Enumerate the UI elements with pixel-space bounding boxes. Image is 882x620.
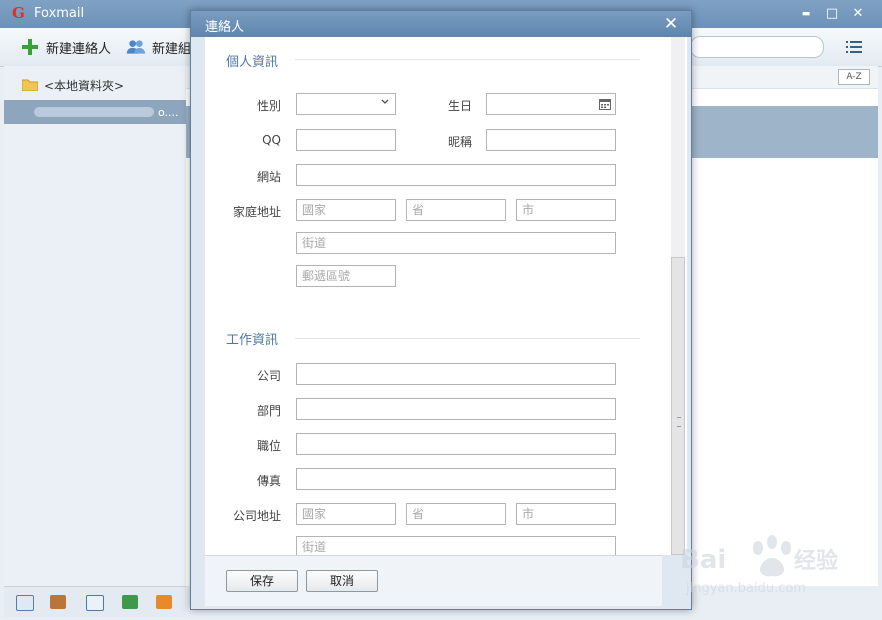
new-group-label: 新建組	[152, 41, 192, 57]
work-province-input[interactable]: 省	[406, 503, 506, 525]
work-section-title: 工作資訊	[226, 333, 279, 348]
plus-icon	[20, 37, 40, 57]
notes-module-icon[interactable]	[122, 595, 138, 609]
contact-dialog: 連絡人 ✕ 個人資訊 性別 生日 QQ 昵稱 網站 家庭地址 國家 省 市 街道…	[190, 10, 692, 610]
personal-section-title: 個人資訊	[226, 55, 279, 70]
contact-suffix: o....	[158, 105, 179, 119]
rss-module-icon[interactable]	[156, 595, 172, 609]
work-city-input[interactable]: 市	[516, 503, 616, 525]
group-users-icon	[126, 37, 146, 57]
sidebar-item-contact[interactable]: o....	[4, 100, 186, 124]
sidebar-item-local-folder[interactable]: <本地資料夾>	[4, 74, 186, 96]
chevron-down-icon	[381, 99, 389, 104]
work-country-input[interactable]: 國家	[296, 503, 396, 525]
blurred-contact-name	[34, 107, 154, 117]
position-input[interactable]	[296, 433, 616, 455]
website-input[interactable]	[296, 164, 616, 186]
nickname-label: 昵稱	[447, 135, 472, 149]
nickname-input[interactable]	[486, 129, 616, 151]
birthday-label: 生日	[447, 99, 472, 113]
work-street-input[interactable]: 街道	[296, 536, 616, 555]
scroll-grip-icon	[677, 417, 681, 427]
new-contact-button[interactable]: 新建連絡人	[20, 36, 111, 58]
section-divider	[295, 338, 640, 339]
svg-text:经验: 经验	[794, 548, 838, 574]
scroll-thumb[interactable]	[671, 257, 685, 555]
app-title: Foxmail	[34, 6, 85, 21]
contacts-module-icon[interactable]	[50, 595, 66, 609]
cancel-button[interactable]: 取消	[306, 570, 378, 592]
new-contact-label: 新建連絡人	[46, 41, 112, 57]
sidebar: <本地資料夾> o....	[4, 66, 187, 586]
maximize-button[interactable]: □	[822, 6, 842, 22]
menu-list-icon[interactable]	[846, 40, 862, 54]
fax-label: 傳真	[256, 474, 281, 488]
folder-label: <本地資料夾>	[44, 78, 125, 93]
minimize-button[interactable]: ▬	[796, 6, 816, 22]
home-address-label: 家庭地址	[232, 205, 281, 219]
qq-label: QQ	[262, 133, 281, 147]
svg-text:Bai: Bai	[680, 545, 726, 575]
home-postal-input[interactable]: 郵遞區號	[296, 265, 396, 287]
calendar-icon[interactable]	[599, 98, 611, 110]
new-group-button[interactable]: 新建組	[126, 36, 191, 58]
website-label: 網站	[256, 170, 281, 184]
baidu-watermark-logo: Bai 经验 jingyan.baidu.com	[680, 535, 838, 596]
calendar-module-icon[interactable]	[86, 595, 104, 611]
svg-text:jingyan.baidu.com: jingyan.baidu.com	[685, 581, 806, 596]
gender-select[interactable]	[296, 93, 396, 115]
company-input[interactable]	[296, 363, 616, 385]
search-input[interactable]	[690, 36, 824, 58]
foxmail-logo-icon: G	[12, 4, 25, 22]
dialog-title-bar: 連絡人 ✕	[191, 11, 691, 37]
dialog-title: 連絡人	[205, 20, 245, 35]
mail-module-icon[interactable]	[16, 595, 34, 611]
module-switcher	[4, 586, 186, 617]
gender-label: 性別	[256, 99, 281, 113]
position-label: 職位	[256, 439, 281, 453]
company-label: 公司	[256, 369, 281, 383]
section-divider	[295, 59, 640, 60]
folder-icon	[21, 79, 39, 92]
company-address-label: 公司地址	[232, 509, 281, 523]
department-label: 部門	[256, 404, 281, 418]
dialog-form: 個人資訊 性別 生日 QQ 昵稱 網站 家庭地址 國家 省 市 街道 郵遞區號 …	[205, 37, 662, 555]
home-street-input[interactable]: 街道	[296, 232, 616, 254]
birthday-field[interactable]	[486, 93, 616, 115]
dialog-footer: 保存 取消	[205, 555, 662, 606]
home-country-input[interactable]: 國家	[296, 199, 396, 221]
home-city-input[interactable]: 市	[516, 199, 616, 221]
dialog-close-button[interactable]: ✕	[661, 14, 681, 34]
dialog-scrollbar[interactable]	[662, 37, 687, 555]
window-close-button[interactable]: ✕	[848, 6, 868, 22]
fax-input[interactable]	[296, 468, 616, 490]
sort-az-button[interactable]: A-Z	[838, 69, 870, 85]
save-button[interactable]: 保存	[226, 570, 298, 592]
home-province-input[interactable]: 省	[406, 199, 506, 221]
qq-input[interactable]	[296, 129, 396, 151]
department-input[interactable]	[296, 398, 616, 420]
